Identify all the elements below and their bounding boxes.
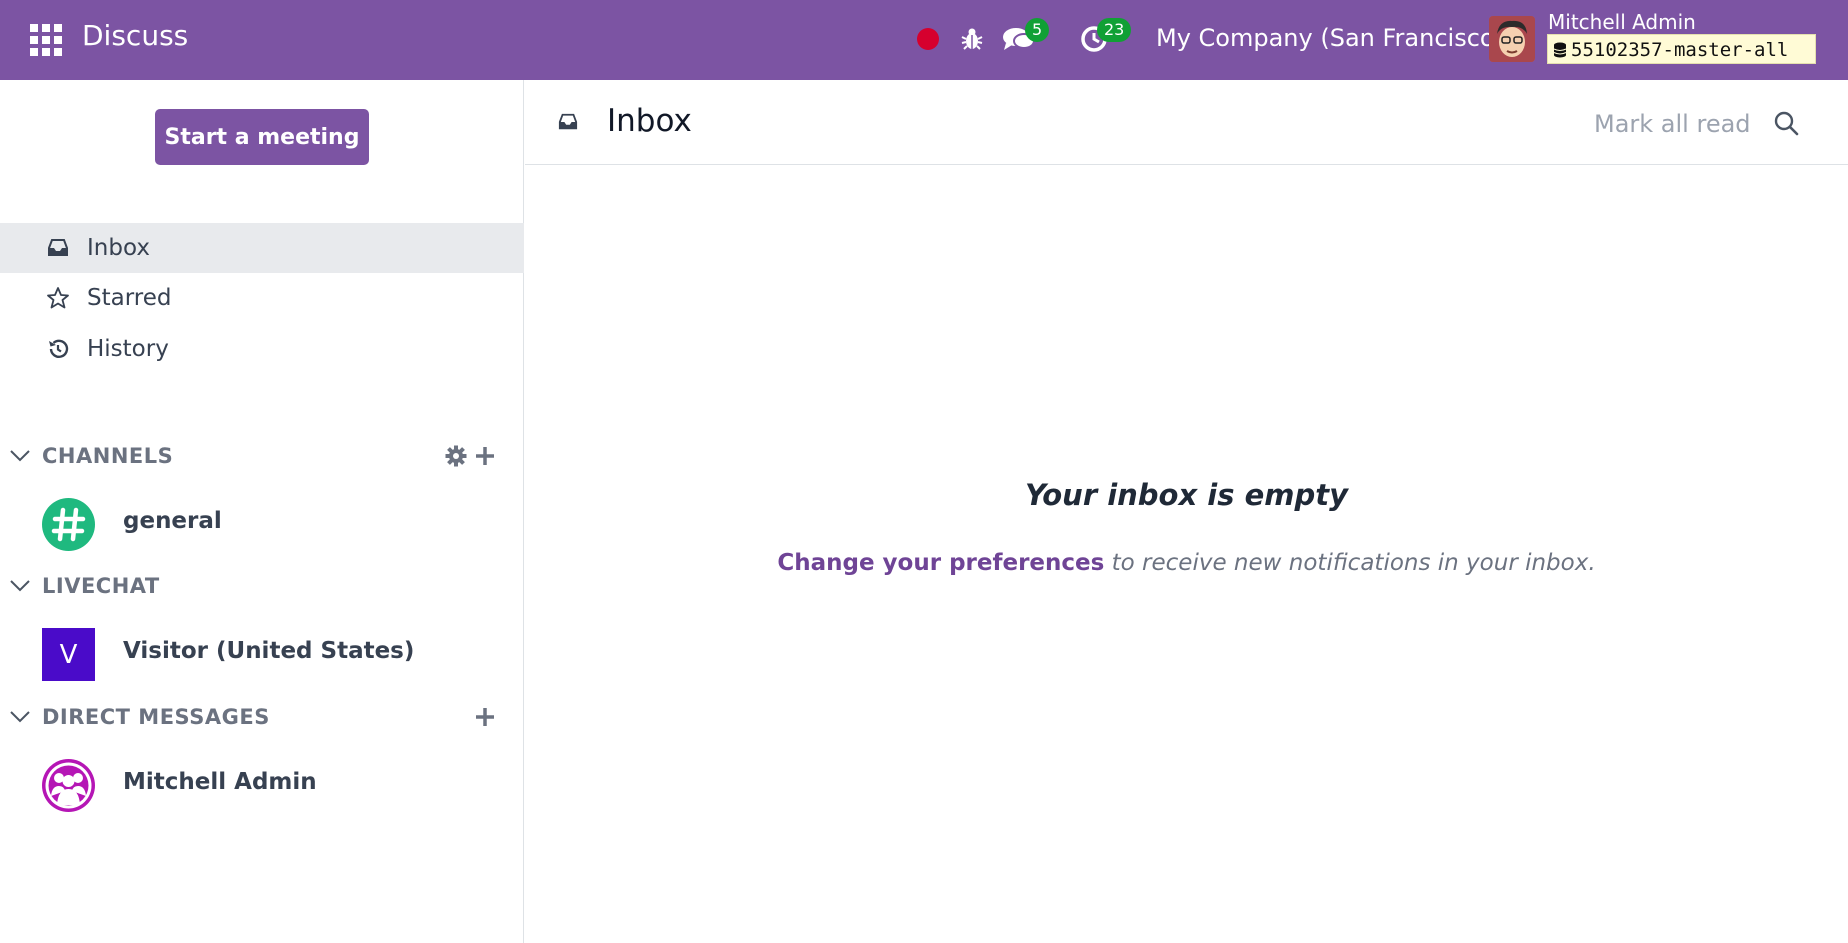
add-direct-message-plus-icon[interactable] xyxy=(473,705,497,729)
messages-count-badge: 5 xyxy=(1025,18,1050,42)
activities-count-badge: 23 xyxy=(1097,18,1132,42)
section-title: CHANNELS xyxy=(42,444,174,468)
channels-section-header[interactable]: CHANNELS xyxy=(0,440,524,474)
database-tag: 55102357-master-all xyxy=(1547,34,1816,64)
section-title: DIRECT MESSAGES xyxy=(42,705,270,729)
page-title: Inbox xyxy=(607,103,692,139)
inbox-icon xyxy=(558,113,578,130)
inbox-icon xyxy=(48,239,68,256)
chevron-down-icon[interactable] xyxy=(8,576,32,596)
visitor-name: Visitor (United States) xyxy=(123,638,415,664)
sidebar-item-label: Starred xyxy=(87,285,172,311)
database-icon xyxy=(1553,42,1567,58)
livechat-section-header[interactable]: LIVECHAT xyxy=(0,570,524,604)
sidebar-item-inbox[interactable]: Inbox xyxy=(0,223,524,273)
channel-name: general xyxy=(123,508,222,534)
star-icon xyxy=(47,287,69,309)
sidebar-item-label: History xyxy=(87,336,169,362)
debug-bug-icon[interactable] xyxy=(960,26,984,52)
sidebar-item-starred[interactable]: Starred xyxy=(0,273,524,323)
change-preferences-link[interactable]: Change your preferences xyxy=(777,550,1104,576)
livechat-item-visitor[interactable]: V Visitor (United States) xyxy=(0,622,524,682)
history-icon xyxy=(49,339,69,358)
search-icon[interactable] xyxy=(1773,110,1799,136)
empty-inbox-message: Change your preferences to receive new n… xyxy=(525,550,1848,576)
start-meeting-button[interactable]: Start a meeting xyxy=(155,109,369,165)
database-name: 55102357-master-all xyxy=(1571,39,1789,61)
direct-message-name: Mitchell Admin xyxy=(123,769,317,795)
top-navbar: Discuss 5 23 My Company (San Francisco) … xyxy=(0,0,1848,80)
channel-avatar xyxy=(42,498,95,551)
user-avatar[interactable] xyxy=(1489,16,1535,62)
empty-inbox-hint: to receive new notifications in your inb… xyxy=(1111,550,1596,576)
visitor-avatar: V xyxy=(42,628,95,681)
apps-menu-icon[interactable] xyxy=(30,24,62,56)
app-title[interactable]: Discuss xyxy=(82,19,188,52)
mark-all-read-button[interactable]: Mark all read xyxy=(1594,110,1751,138)
sidebar-item-label: Inbox xyxy=(87,235,150,261)
channel-item-general[interactable]: general xyxy=(0,492,524,552)
sidebar-item-history[interactable]: History xyxy=(0,324,524,374)
gear-icon[interactable] xyxy=(444,444,468,468)
group-avatar-icon xyxy=(42,759,95,812)
chevron-down-icon[interactable] xyxy=(8,707,32,727)
empty-inbox-title: Your inbox is empty xyxy=(1024,478,1348,512)
direct-message-item-mitchell-admin[interactable]: Mitchell Admin xyxy=(0,753,524,813)
thread-header: Inbox Mark all read xyxy=(525,80,1848,165)
discuss-sidebar: Start a meeting Inbox Starred History CH… xyxy=(0,80,524,943)
user-name[interactable]: Mitchell Admin xyxy=(1548,10,1696,34)
add-channel-plus-icon[interactable] xyxy=(473,444,497,468)
direct-messages-section-header[interactable]: DIRECT MESSAGES xyxy=(0,701,524,735)
section-title: LIVECHAT xyxy=(42,574,160,598)
recording-indicator-icon[interactable] xyxy=(917,28,939,50)
chevron-down-icon[interactable] xyxy=(8,446,32,466)
company-switcher[interactable]: My Company (San Francisco) xyxy=(1156,24,1504,52)
